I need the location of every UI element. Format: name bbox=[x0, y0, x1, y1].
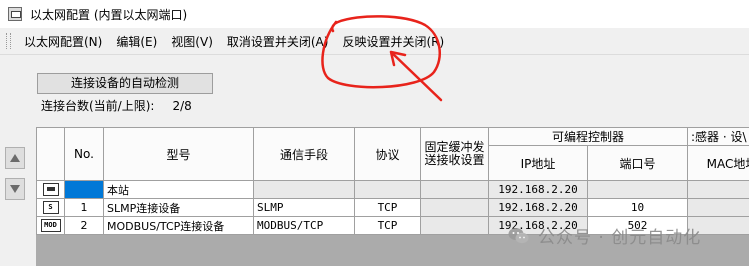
station-icon bbox=[42, 183, 59, 197]
col-header-fixed-buffer-label: 固定缓冲发送接收设置 bbox=[424, 140, 485, 167]
row-model[interactable]: SLMP连接设备 bbox=[103, 198, 254, 217]
modbus-device-icon: MOD bbox=[40, 219, 61, 233]
row-comm-method[interactable]: SLMP bbox=[253, 198, 355, 217]
menu-apply-and-close[interactable]: 反映设置并关闭(R) bbox=[335, 33, 451, 50]
row-port bbox=[586, 180, 689, 199]
row-model[interactable]: 本站 bbox=[103, 180, 254, 199]
row-comm-method bbox=[253, 180, 355, 199]
menu-cancel-and-close[interactable]: 取消设置并关闭(A) bbox=[220, 33, 336, 50]
row-no[interactable]: 2 bbox=[64, 216, 104, 235]
row-fixed-buffer bbox=[420, 198, 489, 217]
connection-count: 连接台数(当前/上限): 2/8 bbox=[41, 97, 192, 114]
triangle-up-icon bbox=[10, 154, 20, 162]
menu-view[interactable]: 视图(V) bbox=[164, 33, 220, 50]
col-header-icon bbox=[36, 127, 65, 181]
row-port[interactable]: 10 bbox=[586, 198, 689, 217]
row-protocol[interactable]: TCP bbox=[354, 216, 421, 235]
row-mac bbox=[687, 180, 749, 199]
menu-grip bbox=[6, 33, 11, 49]
slmp-device-icon: S bbox=[42, 201, 59, 215]
app-icon bbox=[8, 7, 22, 21]
watermark: 公众号 · 创元自动化 bbox=[508, 223, 701, 248]
connection-count-label: 连接台数(当前/上限): bbox=[41, 99, 155, 113]
col-header-port[interactable]: 端口号 bbox=[586, 145, 689, 181]
row-fixed-buffer bbox=[420, 180, 489, 199]
row-model[interactable]: MODBUS/TCP连接设备 bbox=[103, 216, 254, 235]
auto-detect-button[interactable]: 连接设备的自动检测 bbox=[37, 73, 213, 94]
move-down-button[interactable] bbox=[5, 178, 25, 200]
col-header-comm-method[interactable]: 通信手段 bbox=[253, 127, 355, 181]
col-header-protocol[interactable]: 协议 bbox=[354, 127, 421, 181]
window-title: 以太网配置 (内置以太网端口) bbox=[30, 7, 188, 22]
watermark-text: 公众号 · 创元自动化 bbox=[538, 228, 702, 248]
connection-count-value: 2/8 bbox=[172, 99, 192, 113]
wechat-logo-icon bbox=[508, 227, 530, 245]
row-mac bbox=[687, 198, 749, 217]
title-bar: 以太网配置 (内置以太网端口) bbox=[0, 0, 749, 28]
menu-ethernet-config[interactable]: 以太网配置(N) bbox=[17, 33, 109, 50]
device-table: No. 型号 通信手段 协议 固定缓冲发送接收设置 可编程控制器 :感器 · 设… bbox=[36, 127, 749, 235]
move-up-button[interactable] bbox=[5, 147, 25, 169]
col-header-mac[interactable]: MAC地址 bbox=[687, 145, 749, 181]
row-icon-cell: S bbox=[36, 198, 65, 217]
menu-edit[interactable]: 编辑(E) bbox=[109, 33, 164, 50]
row-icon-cell: MOD bbox=[36, 216, 65, 235]
triangle-down-icon bbox=[10, 185, 20, 193]
table-row[interactable]: S 1 SLMP连接设备 SLMP TCP 192.168.2.20 10 bbox=[36, 198, 749, 217]
col-header-no[interactable]: No. bbox=[64, 127, 104, 181]
row-comm-method[interactable]: MODBUS/TCP bbox=[253, 216, 355, 235]
row-protocol[interactable]: TCP bbox=[354, 198, 421, 217]
col-group-plc: 可编程控制器 bbox=[487, 127, 689, 146]
col-header-ip[interactable]: IP地址 bbox=[488, 145, 588, 181]
col-header-fixed-buffer[interactable]: 固定缓冲发送接收设置 bbox=[420, 127, 489, 181]
row-ip: 192.168.2.20 bbox=[488, 180, 588, 199]
row-protocol bbox=[354, 180, 421, 199]
col-group-sensor: :感器 · 设\ bbox=[687, 127, 749, 146]
col-header-model[interactable]: 型号 bbox=[103, 127, 254, 181]
row-no[interactable] bbox=[64, 180, 104, 199]
menu-bar: 以太网配置(N) 编辑(E) 视图(V) 取消设置并关闭(A) 反映设置并关闭(… bbox=[0, 28, 749, 55]
table-row[interactable]: 本站 192.168.2.20 bbox=[36, 180, 749, 199]
row-fixed-buffer bbox=[420, 216, 489, 235]
row-ip: 192.168.2.20 bbox=[488, 198, 588, 217]
row-no[interactable]: 1 bbox=[64, 198, 104, 217]
row-icon-cell bbox=[36, 180, 65, 199]
